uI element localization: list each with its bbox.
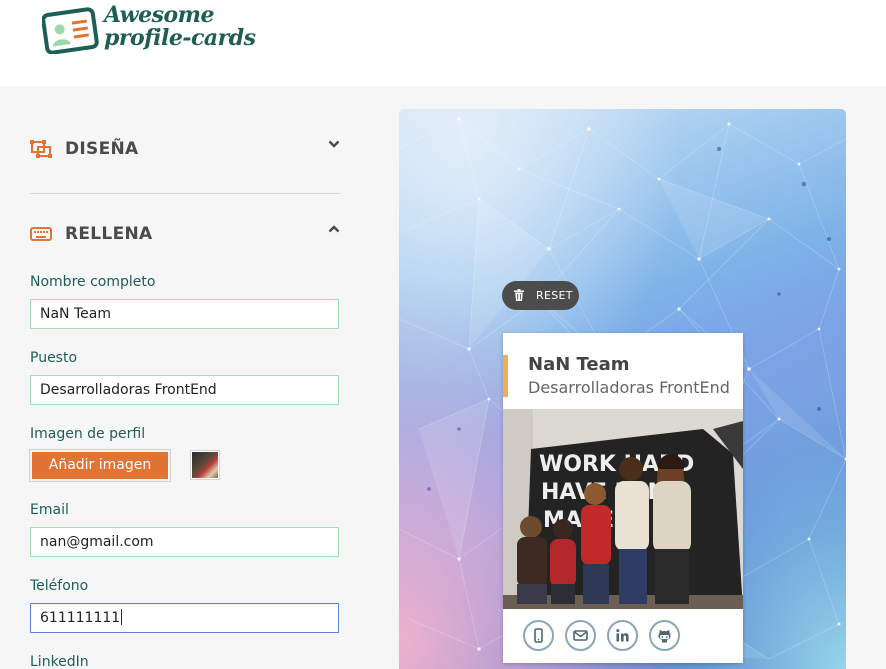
- email-input[interactable]: nan@gmail.com: [30, 527, 339, 557]
- text-caret: [121, 609, 123, 625]
- brand-logo-text: Awesome profile-cards: [104, 2, 256, 51]
- reset-label: RESET: [536, 289, 573, 302]
- github-link[interactable]: [649, 620, 680, 651]
- section-divider: [30, 193, 340, 194]
- social-links: [523, 620, 723, 652]
- section-design-title: DISEÑA: [65, 139, 139, 159]
- add-image-button[interactable]: Añadir imagen: [30, 450, 170, 481]
- page-body: DISEÑA RELLENA Nombre completo NaN Team …: [0, 86, 886, 669]
- object-group-icon: [30, 140, 52, 158]
- section-fill-title: RELLENA: [65, 224, 153, 244]
- email-icon: [573, 630, 588, 641]
- name-label: Nombre completo: [30, 274, 156, 290]
- profile-image-thumbnail: [190, 450, 220, 480]
- name-input[interactable]: NaN Team: [30, 299, 339, 329]
- phone-icon: [534, 628, 543, 643]
- section-fill-header[interactable]: RELLENA: [30, 221, 340, 251]
- phone-label: Teléfono: [30, 578, 89, 594]
- image-label: Imagen de perfil: [30, 426, 146, 442]
- profile-card-logo-icon: [42, 7, 99, 54]
- brand-logo-line2: profile-cards: [104, 25, 256, 51]
- chevron-down-icon[interactable]: [328, 139, 340, 149]
- card-job: Desarrolladoras FrontEnd: [528, 378, 730, 397]
- brand-logo-line1: Awesome: [104, 2, 214, 28]
- card-name: NaN Team: [528, 354, 630, 375]
- chevron-up-icon[interactable]: [328, 224, 340, 234]
- reset-button[interactable]: RESET: [502, 281, 579, 310]
- linkedin-icon: [616, 629, 629, 642]
- card-preview-area: RESET NaN Team Desarrolladoras FrontEnd …: [399, 109, 846, 669]
- linkedin-label: LinkedIn: [30, 654, 89, 669]
- section-design-header[interactable]: DISEÑA: [30, 136, 340, 166]
- keyboard-icon: [30, 227, 52, 241]
- linkedin-link[interactable]: [607, 620, 638, 651]
- phone-link[interactable]: [523, 620, 554, 651]
- phone-input-value: 611111111: [40, 610, 121, 626]
- email-label: Email: [30, 502, 69, 518]
- profile-card: NaN Team Desarrolladoras FrontEnd WORK H…: [503, 333, 743, 663]
- app-header: Awesome profile-cards: [0, 0, 886, 86]
- phone-input[interactable]: 611111111: [30, 603, 339, 633]
- job-input[interactable]: Desarrolladoras FrontEnd: [30, 375, 339, 405]
- job-label: Puesto: [30, 350, 78, 366]
- card-profile-photo: WORK HARD HAVE FUN MAKE: [503, 409, 743, 609]
- email-link[interactable]: [565, 620, 596, 651]
- card-accent-bar: [503, 355, 508, 397]
- trash-icon: [514, 289, 524, 301]
- github-icon: [658, 629, 671, 643]
